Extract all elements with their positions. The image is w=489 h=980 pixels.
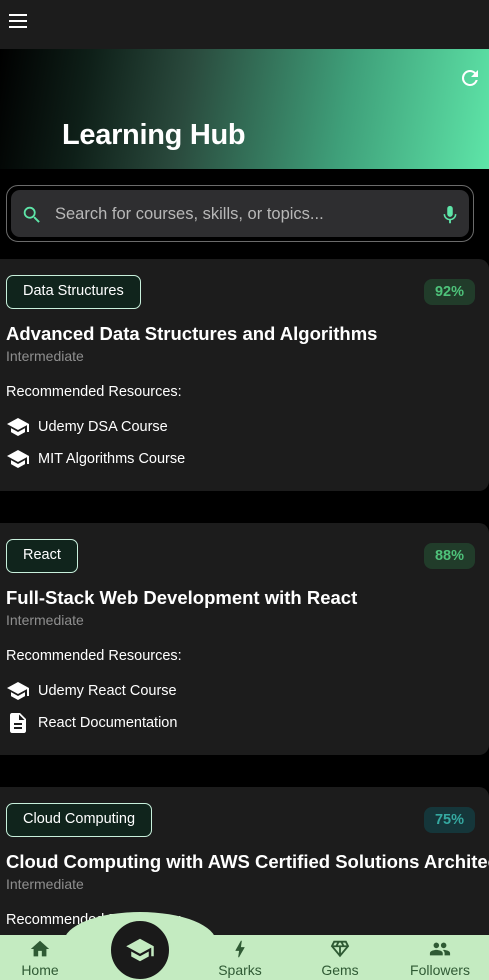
home-icon bbox=[28, 938, 52, 960]
course-level: Intermediate bbox=[6, 612, 84, 628]
gem-icon bbox=[328, 938, 352, 960]
search-icon bbox=[21, 204, 43, 226]
nav-label: Followers bbox=[410, 962, 470, 978]
course-tag[interactable]: Cloud Computing bbox=[6, 803, 153, 837]
resource-label: Udemy React Course bbox=[38, 683, 177, 699]
course-tag[interactable]: React bbox=[6, 539, 78, 573]
nav-label: Gems bbox=[321, 962, 359, 978]
school-icon bbox=[6, 415, 30, 439]
recommended-label: Recommended Resources: bbox=[6, 384, 182, 400]
menu-icon[interactable] bbox=[8, 11, 28, 31]
course-level: Intermediate bbox=[6, 876, 84, 892]
mic-icon[interactable] bbox=[439, 203, 461, 227]
course-card[interactable]: Data Structures 92% Advanced Data Struct… bbox=[0, 259, 489, 491]
school-icon bbox=[6, 679, 30, 703]
school-icon bbox=[125, 935, 155, 965]
recommended-label: Recommended Resources: bbox=[6, 648, 182, 664]
course-tag[interactable]: Data Structures bbox=[6, 275, 141, 309]
resource-item[interactable]: React Documentation bbox=[6, 711, 177, 735]
resource-item[interactable]: Udemy DSA Course bbox=[6, 415, 168, 439]
course-card[interactable]: React 88% Full-Stack Web Development wit… bbox=[0, 523, 489, 755]
search-input[interactable] bbox=[55, 198, 425, 230]
hero-banner: Learning Hub bbox=[0, 49, 489, 169]
match-badge: 75% bbox=[423, 807, 475, 833]
bottom-nav: Home Sparks Gems Followers bbox=[0, 935, 489, 980]
nav-home[interactable]: Home bbox=[0, 935, 80, 980]
course-title: Full-Stack Web Development with React bbox=[6, 587, 358, 608]
resource-item[interactable]: MIT Algorithms Course bbox=[6, 447, 185, 471]
school-icon bbox=[6, 447, 30, 471]
app-bar bbox=[0, 0, 489, 49]
match-badge: 88% bbox=[423, 543, 475, 569]
course-title: Cloud Computing with AWS Certified Solut… bbox=[6, 851, 489, 872]
page-title: Learning Hub bbox=[62, 119, 246, 151]
people-icon bbox=[428, 938, 452, 960]
nav-followers[interactable]: Followers bbox=[400, 935, 480, 980]
match-badge: 92% bbox=[423, 279, 475, 305]
learn-fab-button[interactable] bbox=[109, 919, 171, 980]
bolt-icon bbox=[228, 938, 252, 960]
search-field bbox=[11, 190, 469, 237]
search-bar bbox=[6, 185, 474, 242]
refresh-icon[interactable] bbox=[458, 66, 482, 90]
document-icon bbox=[6, 711, 30, 735]
resource-label: MIT Algorithms Course bbox=[38, 451, 186, 467]
nav-sparks[interactable]: Sparks bbox=[200, 935, 280, 980]
nav-label: Home bbox=[21, 962, 59, 978]
nav-label: Sparks bbox=[218, 962, 262, 978]
course-level: Intermediate bbox=[6, 348, 84, 364]
nav-gems[interactable]: Gems bbox=[300, 935, 380, 980]
resource-item[interactable]: Udemy React Course bbox=[6, 679, 177, 703]
course-title: Advanced Data Structures and Algorithms bbox=[6, 323, 378, 344]
resource-label: Udemy DSA Course bbox=[38, 419, 168, 435]
resource-label: React Documentation bbox=[38, 715, 178, 731]
